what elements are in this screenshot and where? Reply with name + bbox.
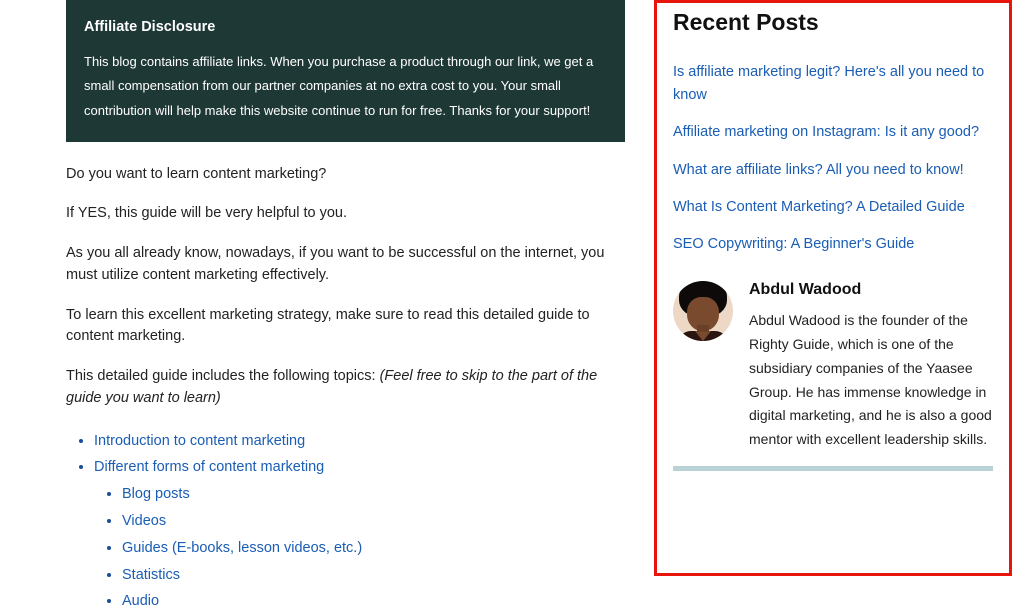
recent-post-link[interactable]: What Is Content Marketing? A Detailed Gu… bbox=[673, 199, 965, 215]
sidebar: Recent Posts Is affiliate marketing legi… bbox=[654, 0, 1012, 576]
recent-post-link[interactable]: Affiliate marketing on Instagram: Is it … bbox=[673, 124, 979, 140]
toc-link-blog-posts[interactable]: Blog posts bbox=[122, 486, 190, 502]
recent-post-link[interactable]: Is affiliate marketing legit? Here's all… bbox=[673, 64, 984, 103]
recent-posts-heading: Recent Posts bbox=[673, 9, 993, 36]
main-content: Affiliate Disclosure This blog contains … bbox=[0, 0, 635, 576]
disclosure-body: This blog contains affiliate links. When… bbox=[84, 50, 607, 124]
author-bio: Abdul Wadood is the founder of the Right… bbox=[749, 309, 993, 452]
paragraph: As you all already know, nowadays, if yo… bbox=[66, 243, 625, 287]
toc-item: Different forms of content marketing Blo… bbox=[94, 454, 625, 615]
paragraph: This detailed guide includes the followi… bbox=[66, 366, 625, 410]
author-name: Abdul Wadood bbox=[749, 281, 993, 299]
toc-link-videos[interactable]: Videos bbox=[122, 513, 166, 529]
recent-post-item: Affiliate marketing on Instagram: Is it … bbox=[673, 120, 993, 143]
paragraph: If YES, this guide will be very helpful … bbox=[66, 203, 625, 225]
recent-post-link[interactable]: SEO Copywriting: A Beginner's Guide bbox=[673, 236, 914, 252]
toc-subitem: Videos bbox=[122, 508, 625, 535]
toc-subitem: Statistics bbox=[122, 562, 625, 589]
toc-link-intro[interactable]: Introduction to content marketing bbox=[94, 433, 305, 449]
article-body: Do you want to learn content marketing? … bbox=[66, 164, 625, 615]
recent-post-item: What are affiliate links? All you need t… bbox=[673, 158, 993, 181]
recent-post-item: SEO Copywriting: A Beginner's Guide bbox=[673, 232, 993, 255]
toc-item: Introduction to content marketing bbox=[94, 428, 625, 455]
recent-post-link[interactable]: What are affiliate links? All you need t… bbox=[673, 162, 964, 178]
toc-link-statistics[interactable]: Statistics bbox=[122, 567, 180, 583]
toc-subitem: Audio bbox=[122, 588, 625, 615]
affiliate-disclosure-box: Affiliate Disclosure This blog contains … bbox=[66, 0, 625, 142]
recent-post-item: Is affiliate marketing legit? Here's all… bbox=[673, 60, 993, 106]
author-info: Abdul Wadood Abdul Wadood is the founder… bbox=[749, 281, 993, 452]
table-of-contents: Introduction to content marketing Differ… bbox=[66, 428, 625, 615]
topics-intro: This detailed guide includes the followi… bbox=[66, 368, 380, 384]
disclosure-title: Affiliate Disclosure bbox=[84, 14, 607, 42]
toc-subitem: Guides (E-books, lesson videos, etc.) bbox=[122, 535, 625, 562]
toc-link-guides[interactable]: Guides (E-books, lesson videos, etc.) bbox=[122, 540, 362, 556]
recent-posts-list: Is affiliate marketing legit? Here's all… bbox=[673, 60, 993, 255]
recent-post-item: What Is Content Marketing? A Detailed Gu… bbox=[673, 195, 993, 218]
author-avatar bbox=[673, 281, 733, 341]
sidebar-divider bbox=[673, 466, 993, 471]
toc-link-audio[interactable]: Audio bbox=[122, 593, 159, 609]
author-box: Abdul Wadood Abdul Wadood is the founder… bbox=[673, 281, 993, 452]
toc-subitem: Blog posts bbox=[122, 481, 625, 508]
paragraph: To learn this excellent marketing strate… bbox=[66, 305, 625, 349]
toc-link-forms[interactable]: Different forms of content marketing bbox=[94, 459, 324, 475]
paragraph: Do you want to learn content marketing? bbox=[66, 164, 625, 186]
